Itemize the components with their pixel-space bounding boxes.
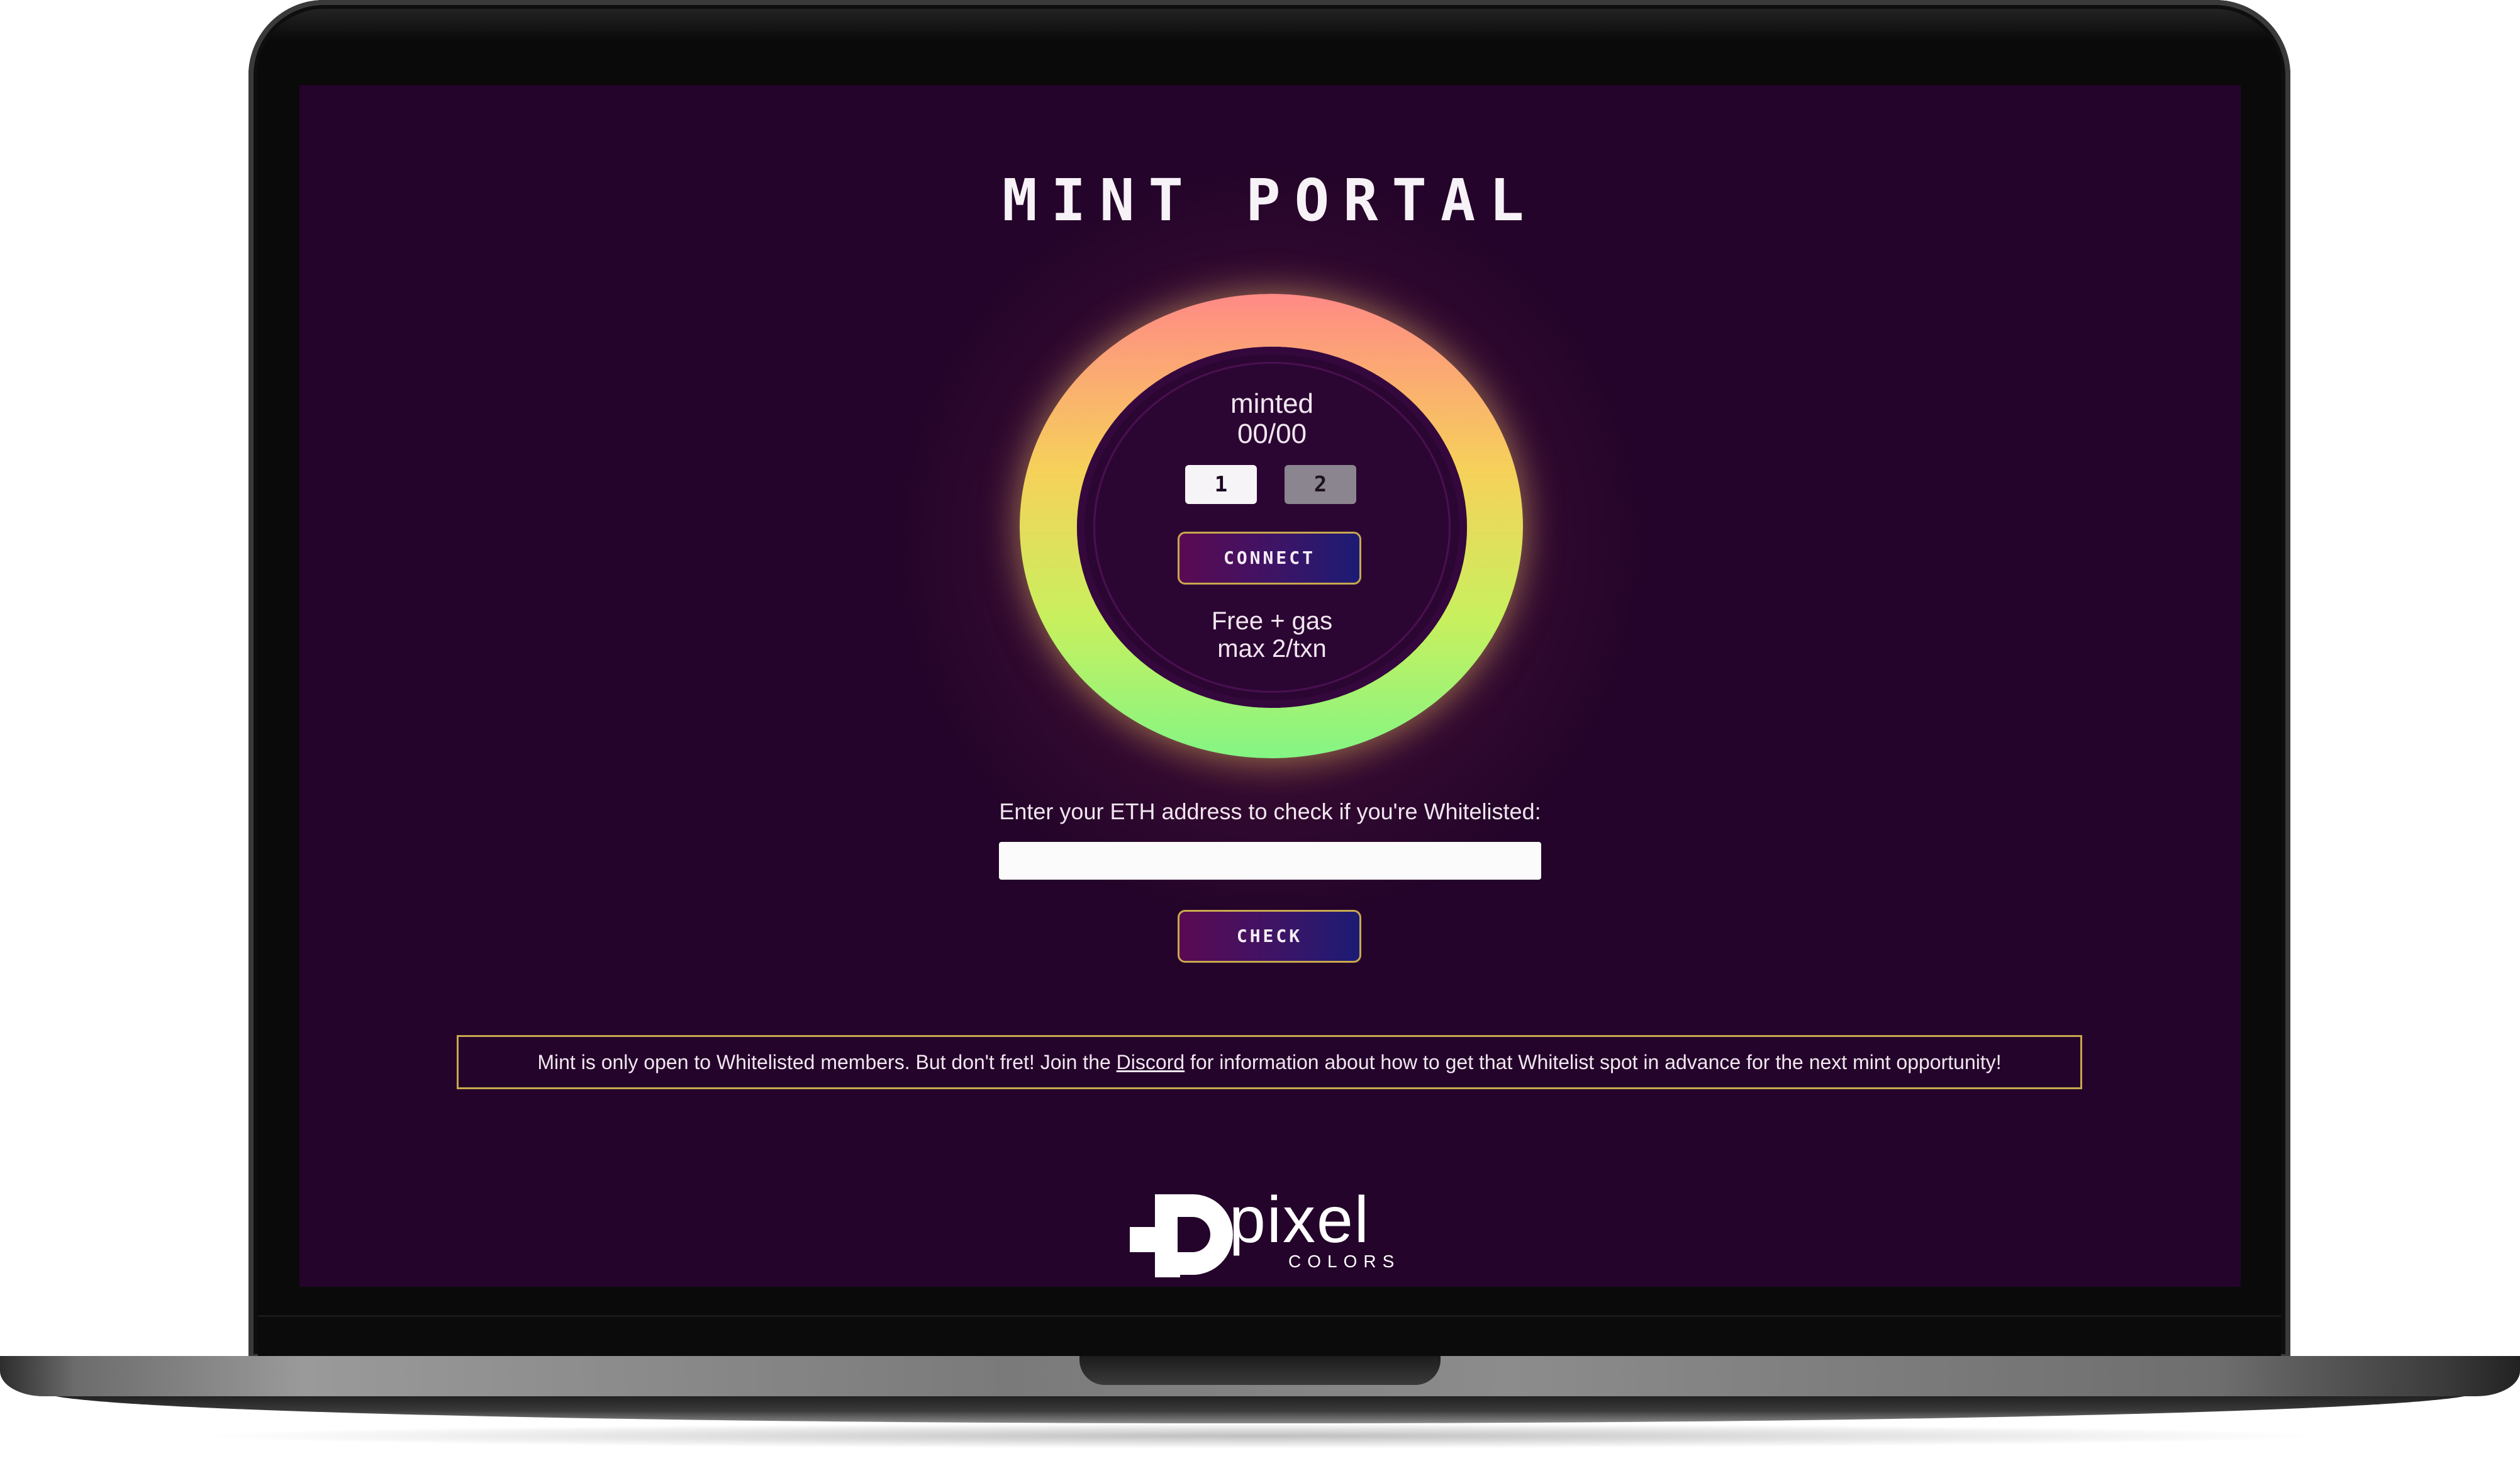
notice-text-after: for information about how to get that Wh… (1185, 1051, 2002, 1073)
quantity-2-button[interactable]: 2 (1285, 465, 1356, 504)
laptop-chin (258, 1315, 2281, 1361)
notice-text-before: Mint is only open to Whitelisted members… (537, 1051, 1117, 1073)
laptop-hinge-notch (1079, 1356, 1441, 1385)
whitelist-prompt: Enter your ETH address to check if you'r… (999, 798, 1541, 824)
quantity-1-button[interactable]: 1 (1185, 465, 1257, 504)
brand-name: pixel (1229, 1184, 1370, 1257)
check-button[interactable]: CHECK (1178, 910, 1361, 963)
price-text: Free + gas (1211, 607, 1333, 635)
mint-portal-screen: MINT PORTAL minted 00/00 1 2 CONNECT Fre… (299, 85, 2241, 1287)
brand-sub: COLORS (1288, 1252, 1401, 1271)
connect-button[interactable]: CONNECT (1178, 532, 1361, 585)
minted-count: 00/00 (1237, 418, 1307, 449)
limit-text: max 2/txn (1217, 635, 1327, 663)
laptop-base-underside (44, 1392, 2476, 1423)
minted-label: minted (1230, 388, 1314, 419)
whitelist-notice: Mint is only open to Whitelisted members… (457, 1035, 2082, 1089)
laptop-mockup: MINT PORTAL minted 00/00 1 2 CONNECT Fre… (0, 0, 2520, 1468)
page-title: MINT PORTAL (1002, 167, 1538, 234)
discord-link[interactable]: Discord (1117, 1051, 1185, 1073)
eth-address-input[interactable] (999, 842, 1541, 880)
laptop-shadow (189, 1423, 2331, 1448)
